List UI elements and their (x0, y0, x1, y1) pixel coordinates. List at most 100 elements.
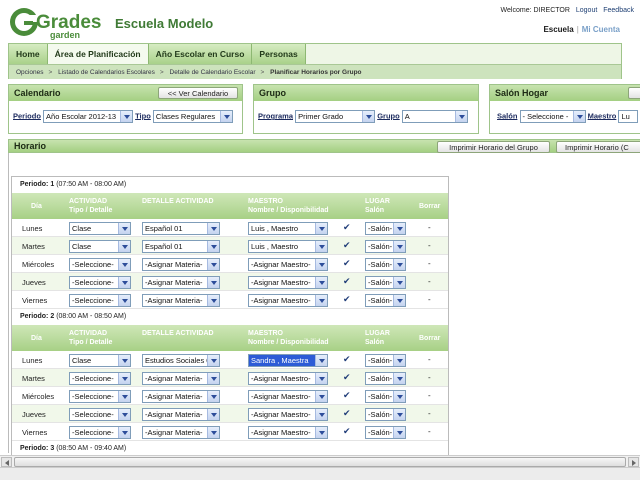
day-label: Martes (22, 242, 45, 251)
salon-hogar-title: Salón Hogar (495, 88, 549, 98)
salon-select[interactable]: -Salón- (365, 426, 406, 439)
detalle-select[interactable]: -Asignar Materia- (142, 258, 220, 271)
tipo-select[interactable]: Clases Regulares (152, 110, 233, 123)
salon-select[interactable]: -Salón- (365, 372, 406, 385)
detalle-select[interactable]: Español 01 (142, 222, 220, 235)
tab-area-planificacion[interactable]: Área de Planificación (47, 44, 149, 64)
horario-title: Horario (14, 141, 47, 151)
tipo-select[interactable]: -Seleccione- (69, 372, 131, 385)
day-label: Jueves (22, 410, 46, 419)
maestro-select[interactable]: Lu (618, 110, 639, 123)
status-bar (0, 467, 640, 480)
maestro-select[interactable]: -Asignar Maestro- (248, 426, 328, 439)
grupo-label: Grupo (377, 111, 400, 121)
escuela-link[interactable]: Escuela (543, 25, 573, 34)
scroll-thumb[interactable] (14, 457, 626, 467)
detalle-select[interactable]: -Asignar Materia- (142, 426, 220, 439)
borrar-button[interactable]: - (428, 223, 431, 232)
tipo-select[interactable]: -Seleccione- (69, 258, 131, 271)
crumb-opciones[interactable]: Opciones (16, 69, 43, 76)
tipo-select[interactable]: Clase (69, 354, 131, 367)
col-lugar: LUGAR Salón (365, 198, 390, 214)
logout-link[interactable]: Logout (576, 7, 597, 14)
salon-select[interactable]: - Seleccione - (519, 110, 586, 123)
chevron-down-icon (393, 277, 405, 288)
col-dia: Día (31, 203, 42, 210)
tipo-select[interactable]: -Seleccione- (69, 294, 131, 307)
tab-home[interactable]: Home (9, 44, 48, 64)
table-row: Martes Clase Español 01 Luis , Maestro ✔ -Sal… (12, 237, 448, 255)
table-row: Jueves -Seleccione- -Asignar Materia- -Asig… (12, 405, 448, 423)
salon-select[interactable]: -Salón- (365, 408, 406, 421)
detalle-select[interactable]: -Asignar Materia- (142, 390, 220, 403)
scroll-right-icon[interactable] (628, 457, 639, 467)
borrar-button[interactable]: - (428, 277, 431, 286)
salon-hogar-button[interactable] (628, 87, 640, 99)
grupo-select[interactable]: A (401, 110, 468, 123)
chevron-down-icon (207, 391, 219, 402)
maestro-select[interactable]: Sandra , Maestra (248, 354, 328, 367)
detalle-select[interactable]: -Asignar Materia- (142, 276, 220, 289)
tipo-select[interactable]: -Seleccione- (69, 276, 131, 289)
tipo-select[interactable]: -Seleccione- (69, 408, 131, 421)
maestro-select[interactable]: -Asignar Maestro- (248, 276, 328, 289)
chevron-down-icon (118, 391, 130, 402)
maestro-select[interactable]: -Asignar Maestro- (248, 258, 328, 271)
programa-select[interactable]: Primer Grado (295, 110, 376, 123)
borrar-button[interactable]: - (428, 391, 431, 400)
schedule-header: Día ACTIVIDAD Tipo / Detalle DETALLE ACTIVI… (12, 325, 448, 351)
borrar-button[interactable]: - (428, 259, 431, 268)
tipo-select[interactable]: Clase (69, 240, 131, 253)
imprimir-horario-grupo-button[interactable]: Imprimir Horario del Grupo (437, 141, 550, 153)
detalle-select[interactable]: Estudios Sociales 01 (142, 354, 220, 367)
borrar-button[interactable]: - (428, 409, 431, 418)
scroll-left-icon[interactable] (1, 457, 12, 467)
chevron-down-icon (118, 409, 130, 420)
maestro-select[interactable]: -Asignar Maestro- (248, 390, 328, 403)
chevron-down-icon (315, 259, 327, 270)
salon-select[interactable]: -Salón- (365, 354, 406, 367)
chevron-down-icon (315, 409, 327, 420)
salon-select[interactable]: -Salón- (365, 240, 406, 253)
detalle-select[interactable]: -Asignar Materia- (142, 408, 220, 421)
borrar-button[interactable]: - (428, 355, 431, 364)
salon-select[interactable]: -Salón- (365, 390, 406, 403)
feedback-link[interactable]: Feedback (603, 7, 634, 14)
table-row: Lunes Clase Estudios Sociales 01 Sandra , M… (12, 351, 448, 369)
borrar-button[interactable]: - (428, 295, 431, 304)
periodo-select[interactable]: Año Escolar 2012-13 (43, 110, 134, 123)
tab-ano-escolar[interactable]: Año Escolar en Curso (148, 44, 253, 64)
borrar-button[interactable]: - (428, 241, 431, 250)
crumb-detalle[interactable]: Detalle de Calendario Escolar (170, 69, 256, 76)
maestro-select[interactable]: -Asignar Maestro- (248, 372, 328, 385)
imprimir-horario-other-button[interactable]: Imprimir Horario (C (556, 141, 640, 153)
grades-garden-logo[interactable]: Grades garden (8, 6, 104, 40)
salon-select[interactable]: -Salón- (365, 294, 406, 307)
horizontal-scrollbar[interactable] (0, 455, 640, 467)
check-icon: ✔ (343, 390, 351, 400)
tab-personas[interactable]: Personas (252, 44, 306, 64)
tipo-select[interactable]: -Seleccione- (69, 390, 131, 403)
borrar-button[interactable]: - (428, 427, 431, 436)
maestro-select[interactable]: Luis , Maestro (248, 240, 328, 253)
maestro-select[interactable]: -Asignar Maestro- (248, 294, 328, 307)
maestro-select[interactable]: -Asignar Maestro- (248, 408, 328, 421)
borrar-button[interactable]: - (428, 373, 431, 382)
chevron-down-icon (207, 409, 219, 420)
chevron-down-icon (393, 295, 405, 306)
tipo-select[interactable]: Clase (69, 222, 131, 235)
salon-select[interactable]: -Salón- (365, 276, 406, 289)
salon-select[interactable]: -Salón- (365, 258, 406, 271)
salon-select[interactable]: -Salón- (365, 222, 406, 235)
mi-cuenta-link[interactable]: Mi Cuenta (582, 25, 620, 34)
detalle-select[interactable]: -Asignar Materia- (142, 372, 220, 385)
chevron-down-icon (118, 223, 130, 234)
crumb-listado[interactable]: Listado de Calendarios Escolares (58, 69, 155, 76)
detalle-select[interactable]: Español 01 (142, 240, 220, 253)
maestro-select[interactable]: Luis , Maestro (248, 222, 328, 235)
tipo-select[interactable]: -Seleccione- (69, 426, 131, 439)
detalle-select[interactable]: -Asignar Materia- (142, 294, 220, 307)
ver-calendario-button[interactable]: << Ver Calendario (158, 87, 238, 99)
grupo-title: Grupo (259, 88, 286, 98)
chevron-down-icon (207, 277, 219, 288)
